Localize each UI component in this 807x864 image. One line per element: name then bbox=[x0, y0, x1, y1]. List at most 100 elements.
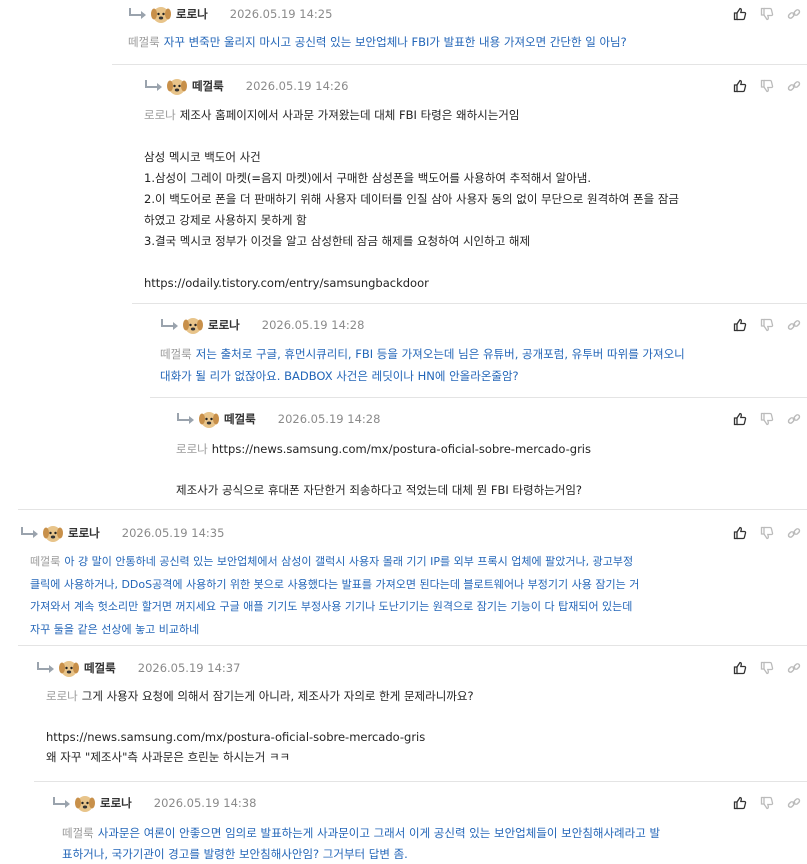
comment-text: 1.삼성이 그레이 마켓(=음지 마켓)에서 구매한 삼성폰을 백도어를 사용하… bbox=[144, 171, 592, 185]
comment-text: 삼성 멕시코 백도어 사건 bbox=[144, 150, 261, 164]
reply-arrow-icon bbox=[36, 661, 56, 675]
thumbs-up-icon[interactable] bbox=[733, 79, 747, 93]
author-name[interactable]: 떼껄룩 bbox=[192, 78, 224, 94]
link-icon[interactable] bbox=[787, 661, 801, 675]
comment-text: 왜 자꾸 "제조사"측 사과문은 흐린눈 하시는거 ㅋㅋ bbox=[46, 750, 291, 764]
divider bbox=[132, 303, 807, 304]
comment-date: 2026.05.19 14:28 bbox=[277, 412, 381, 426]
comment-header: 떼껄룩 2026.05.19 14:37 bbox=[36, 658, 240, 678]
mention[interactable]: 로로나 bbox=[46, 689, 78, 703]
divider bbox=[18, 645, 807, 646]
link-icon[interactable] bbox=[787, 79, 801, 93]
mention[interactable]: 떼껄룩 bbox=[62, 826, 94, 840]
link-icon[interactable] bbox=[787, 7, 801, 21]
comment-body: 떼껄룩 자꾸 변죽만 울리지 마시고 공신력 있는 보안업체나 FBI가 발표한 … bbox=[128, 32, 627, 53]
comment-link[interactable]: https://news.samsung.com/mx/postura-ofic… bbox=[46, 727, 474, 747]
link-icon[interactable] bbox=[787, 412, 801, 426]
thumbs-up-icon[interactable] bbox=[733, 661, 747, 675]
comment-date: 2026.05.19 14:37 bbox=[137, 661, 241, 675]
reply-arrow-icon bbox=[160, 318, 180, 332]
thumbs-up-icon[interactable] bbox=[733, 526, 747, 540]
comment-link[interactable]: https://odaily.tistory.com/entry/samsung… bbox=[144, 273, 679, 294]
comment-item: 떼껄룩 2026.05.19 14:37 로로나 그게 사용자 요청에 의해서 잠… bbox=[36, 658, 807, 773]
thumbs-down-icon[interactable] bbox=[760, 526, 774, 540]
mention[interactable]: 떼껄룩 bbox=[160, 347, 192, 361]
comment-item: 떼껄룩 2026.05.19 14:28 로로나 https://news.sam… bbox=[176, 409, 807, 509]
avatar bbox=[42, 522, 64, 544]
author-name[interactable]: 로로나 bbox=[176, 6, 208, 22]
avatar bbox=[166, 75, 188, 97]
comment-text: 표하거나, 국가기관이 경고를 발령한 보안침해사안임? 그거부터 답변 좀. bbox=[62, 847, 408, 861]
comment-date: 2026.05.19 14:28 bbox=[261, 318, 365, 332]
thumbs-down-icon[interactable] bbox=[760, 661, 774, 675]
thumbs-down-icon[interactable] bbox=[760, 79, 774, 93]
comment-body: 로로나 제조사 홈페이지에서 사과문 가져왔는데 대체 FBI 타령은 왜하시는거… bbox=[144, 105, 679, 294]
comment-item: 로로나 2026.05.19 14:38 떼껄룩 사과문은 여론이 안좋으면 임의… bbox=[52, 793, 807, 864]
link-icon[interactable] bbox=[787, 796, 801, 810]
thumbs-down-icon[interactable] bbox=[760, 7, 774, 21]
comment-date: 2026.05.19 14:26 bbox=[245, 79, 349, 93]
comment-actions bbox=[733, 7, 801, 21]
comment-text: 2.이 백도어로 폰을 더 판매하기 위해 사용자 데이터를 인질 삼아 사용자… bbox=[144, 192, 679, 206]
comment-header: 떼껄룩 2026.05.19 14:28 bbox=[176, 409, 380, 429]
comment-body: 떼껄룩 사과문은 여론이 안좋으면 임의로 발표하는게 사과문이고 그래서 이게 … bbox=[62, 823, 660, 864]
comment-text: 저는 출처로 구글, 휴먼시큐리티, FBI 등을 가져오는데 님은 유튜버, … bbox=[195, 347, 685, 361]
divider bbox=[150, 397, 807, 398]
comment-header: 로로나 2026.05.19 14:28 bbox=[160, 315, 364, 335]
comment-actions bbox=[733, 661, 801, 675]
link-icon[interactable] bbox=[787, 318, 801, 332]
divider bbox=[34, 781, 807, 782]
comment-text: 3.결국 멕시코 정부가 이것을 알고 삼성한테 잠금 해제를 요청하여 시인하… bbox=[144, 234, 531, 248]
comment-text: 대화가 될 리가 없잖아요. BADBOX 사건은 레딧이나 HN에 안올라온줄… bbox=[160, 369, 519, 383]
link-icon[interactable] bbox=[787, 526, 801, 540]
divider bbox=[18, 509, 807, 510]
thumbs-down-icon[interactable] bbox=[760, 796, 774, 810]
author-name[interactable]: 로로나 bbox=[100, 795, 132, 811]
avatar bbox=[58, 657, 80, 679]
author-name[interactable]: 떼껄룩 bbox=[224, 411, 256, 427]
author-name[interactable]: 떼껄룩 bbox=[84, 660, 116, 676]
author-name[interactable]: 로로나 bbox=[68, 525, 100, 541]
thumbs-down-icon[interactable] bbox=[760, 412, 774, 426]
comment-text: 클릭에 사용하거나, DDoS공격에 사용하기 위한 봇으로 사용했다는 발표를… bbox=[30, 577, 640, 591]
comment-text: 그게 사용자 요청에 의해서 잠기는게 아니라, 제조사가 자의로 한게 문제라… bbox=[81, 689, 474, 703]
comment-date: 2026.05.19 14:25 bbox=[229, 7, 333, 21]
comment-item: 로로나 2026.05.19 14:25 떼껄룩 자꾸 변죽만 울리지 마시고 공… bbox=[128, 4, 807, 60]
mention[interactable]: 로로나 bbox=[176, 442, 208, 456]
comment-header: 로로나 2026.05.19 14:35 bbox=[20, 523, 224, 543]
reply-arrow-icon bbox=[52, 796, 72, 810]
thumbs-up-icon[interactable] bbox=[733, 7, 747, 21]
thumbs-down-icon[interactable] bbox=[760, 318, 774, 332]
reply-arrow-icon bbox=[176, 412, 196, 426]
comment-text: 자꾸 변죽만 울리지 마시고 공신력 있는 보안업체나 FBI가 발표한 내용 … bbox=[163, 35, 627, 49]
comment-text: 자꾸 둘을 같은 선상에 놓고 비교하네 bbox=[30, 622, 200, 636]
comment-item: 로로나 2026.05.19 14:28 떼껄룩 저는 출처로 구글, 휴먼시큐리… bbox=[160, 315, 807, 395]
comment-text: 아 걍 말이 안통하네 공신력 있는 보안업체에서 삼성이 갤럭시 사용자 몰래… bbox=[64, 555, 634, 568]
reply-arrow-icon bbox=[20, 526, 40, 540]
reply-arrow-icon bbox=[128, 7, 148, 21]
comment-actions bbox=[733, 79, 801, 93]
comment-text: 가져와서 계속 헛소리만 할거면 꺼지세요 구글 애플 기기도 부정사용 기기나… bbox=[30, 600, 633, 613]
mention[interactable]: 로로나 bbox=[144, 108, 176, 122]
comment-header: 로로나 2026.05.19 14:38 bbox=[52, 793, 256, 813]
comment-date: 2026.05.19 14:38 bbox=[153, 796, 257, 810]
avatar bbox=[182, 314, 204, 336]
comment-body: 떼껄룩 아 걍 말이 안통하네 공신력 있는 보안업체에서 삼성이 갤럭시 사용자… bbox=[30, 551, 639, 641]
comment-actions bbox=[733, 318, 801, 332]
comment-actions bbox=[733, 796, 801, 810]
thumbs-up-icon[interactable] bbox=[733, 412, 747, 426]
comment-body: 로로나 https://news.samsung.com/mx/postura-o… bbox=[176, 439, 591, 500]
comment-link[interactable]: https://news.samsung.com/mx/postura-ofic… bbox=[212, 442, 591, 456]
thumbs-up-icon[interactable] bbox=[733, 796, 747, 810]
thumbs-up-icon[interactable] bbox=[733, 318, 747, 332]
author-name[interactable]: 로로나 bbox=[208, 317, 240, 333]
comment-actions bbox=[733, 412, 801, 426]
avatar bbox=[198, 408, 220, 430]
mention[interactable]: 떼껄룩 bbox=[30, 555, 60, 568]
mention[interactable]: 떼껄룩 bbox=[128, 35, 160, 49]
comment-body: 떼껄룩 저는 출처로 구글, 휴먼시큐리티, FBI 등을 가져오는데 님은 유튜… bbox=[160, 343, 685, 387]
